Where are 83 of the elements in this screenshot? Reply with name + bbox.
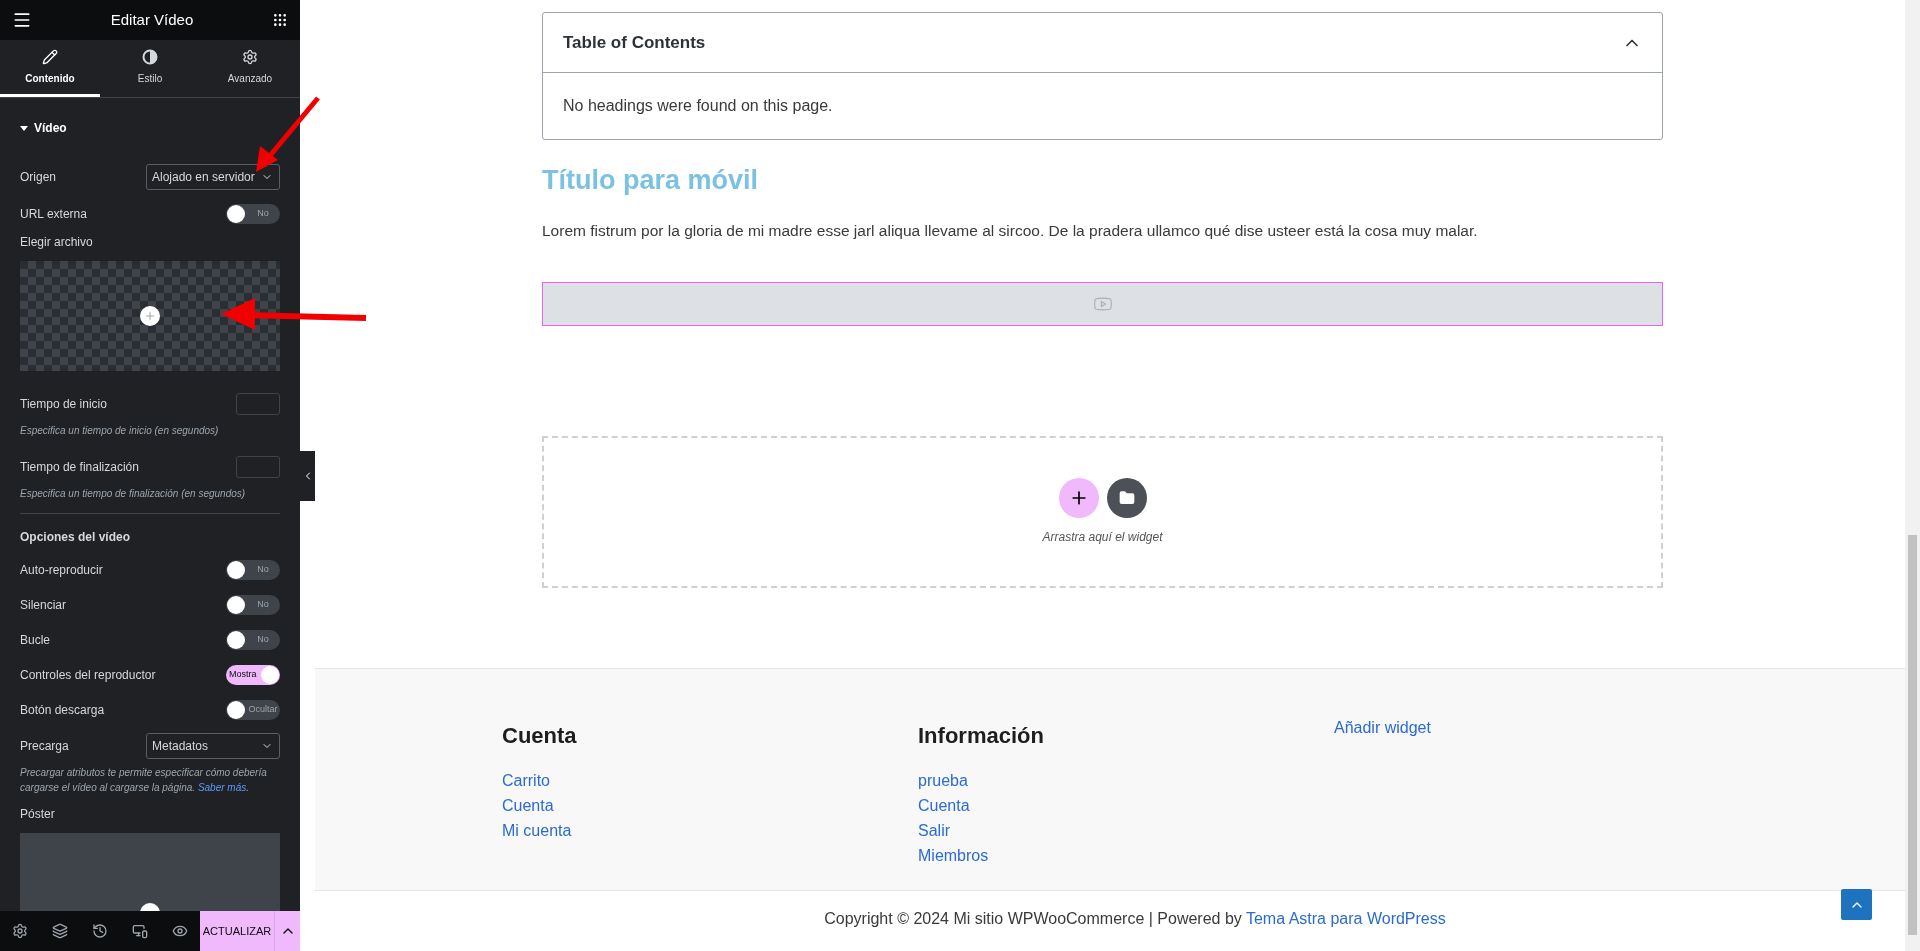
template-button[interactable]	[1106, 477, 1147, 518]
control-label: Controles del reproductor	[20, 666, 156, 684]
control-label: Elegir archivo	[20, 234, 94, 251]
body-text: Lorem fistrum por la gloria de mi madre esse jarl aliqua llevame al sircoo. De la pradera ullamco qué dise usteer está la cosa muy malar.	[542, 220, 1479, 241]
theme-link[interactable]: Tema Astra para WordPress	[1245, 909, 1446, 927]
switch-knob	[227, 560, 245, 579]
page-heading: Título para móvil	[542, 164, 760, 197]
collapse-panel-button[interactable]	[300, 450, 315, 501]
control-label: Póster	[20, 806, 56, 823]
scrollbar-thumb[interactable]	[1908, 535, 1917, 935]
copyright-text: Copyright © 2024 Mi sitio WPWooCommerce | Powered by Tema Astra para WordPress	[824, 908, 1446, 929]
toggle-switch[interactable]: No	[226, 629, 280, 650]
update-button[interactable]: ACTUALIZAR	[200, 911, 274, 951]
toggle-switch[interactable]: No	[226, 594, 280, 615]
responsive-icon[interactable]	[132, 923, 148, 939]
add-button[interactable]	[1058, 477, 1099, 518]
select-field[interactable]: Alojado en servidor	[146, 164, 280, 190]
toggle-switch[interactable]: No	[226, 203, 280, 224]
contrast-icon	[142, 48, 158, 65]
footer-link[interactable]: Carrito	[502, 767, 918, 793]
footer-link[interactable]: Añadir widget	[1334, 714, 1750, 740]
settings-icon[interactable]	[12, 923, 28, 939]
panel-tab[interactable]: Contenido	[0, 40, 100, 97]
control-label: Botón descarga	[20, 701, 105, 719]
drop-hint: Arrastra aquí el widget	[1042, 528, 1163, 546]
switch-state: Mostra	[229, 667, 257, 681]
toggle-switch[interactable]: Ocultar	[226, 699, 280, 720]
pencil-icon	[42, 48, 58, 65]
switch-knob	[261, 665, 279, 684]
grid-icon[interactable]	[272, 12, 288, 28]
toc-empty-text: No headings were found on this page.	[563, 96, 833, 116]
hint-text: Precargar atributos te permite especificar cómo debería cargarse el vídeo al cargarse la página. Saber más.	[20, 766, 268, 795]
scrollbar[interactable]	[1905, 0, 1920, 951]
number-input[interactable]	[236, 393, 280, 415]
select-value: Alojado en servidor	[152, 169, 255, 186]
toc-title: Table of Contents	[563, 31, 706, 54]
settings-icon	[242, 48, 258, 65]
switch-knob	[227, 595, 245, 614]
history-icon[interactable]	[92, 923, 108, 939]
switch-state: No	[257, 632, 269, 646]
switch-knob	[227, 630, 245, 649]
options-button[interactable]	[274, 911, 300, 951]
panel-tab[interactable]: Avanzado	[200, 40, 300, 97]
footer-link[interactable]: Cuenta	[918, 792, 1334, 818]
caret-icon	[20, 125, 28, 131]
control-label: Bucle	[20, 631, 51, 649]
number-input[interactable]	[236, 456, 280, 478]
control-label: Tiempo de finalización	[20, 459, 139, 476]
switch-state: No	[257, 597, 269, 611]
preview-icon[interactable]	[172, 923, 188, 939]
select-value: Metadatos	[152, 738, 209, 755]
folder-icon	[1118, 489, 1135, 506]
control-label: Origen	[20, 169, 57, 186]
footer-link[interactable]: Cuenta	[502, 792, 918, 818]
panel-title: Editar Vídeo	[110, 9, 194, 30]
layers-icon[interactable]	[52, 923, 68, 939]
panel-tab[interactable]: Estilo	[100, 40, 200, 97]
footer-heading: Cuenta	[502, 721, 578, 750]
footer-link[interactable]: Miembros	[918, 842, 1334, 868]
control-label: Tiempo de inicio	[20, 396, 107, 413]
media-placeholder[interactable]	[20, 261, 280, 371]
hint-text: Especifica un tiempo de inicio (en segundos)	[20, 424, 220, 438]
section-toggle[interactable]: Vídeo	[20, 98, 67, 158]
control-label: Silenciar	[20, 596, 67, 614]
control-label: Auto-reproducir	[20, 561, 103, 579]
footer-link[interactable]: Salir	[918, 817, 1334, 843]
switch-state: Ocultar	[248, 702, 278, 716]
switch-knob	[227, 204, 245, 223]
add-icon	[140, 306, 160, 326]
toggle-switch[interactable]: No	[226, 559, 280, 580]
footer-heading: Información	[918, 721, 1045, 750]
menu-icon[interactable]	[12, 10, 32, 30]
toggle-switch[interactable]: Mostra	[226, 664, 280, 685]
hint-text: Especifica un tiempo de finalización (en segundos)	[20, 487, 247, 501]
section-subheading: Opciones del vídeo	[20, 530, 131, 544]
switch-knob	[227, 700, 245, 719]
switch-state: No	[257, 562, 269, 576]
control-label: URL externa	[20, 205, 87, 223]
select-field[interactable]: Metadatos	[146, 733, 280, 759]
footer-link[interactable]: prueba	[918, 767, 1334, 793]
footer-link[interactable]: Mi cuenta	[502, 817, 918, 843]
switch-state: No	[257, 206, 269, 220]
control-label: Precarga	[20, 738, 69, 755]
